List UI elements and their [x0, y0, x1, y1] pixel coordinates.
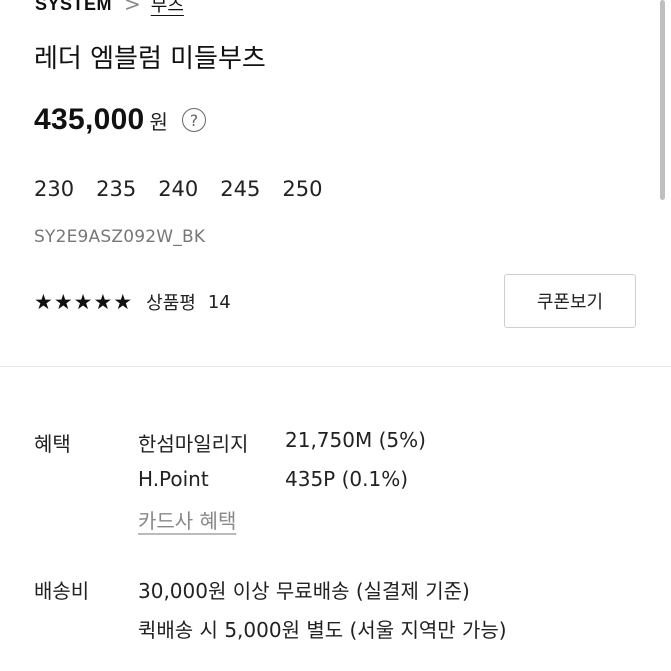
star-icon: ★	[93, 289, 113, 314]
product-code: SY2E9ASZ092W_BK	[34, 227, 206, 247]
benefits-label: 혜택	[34, 432, 71, 456]
rating-row[interactable]: ★ ★ ★ ★ ★ 상품평 14	[34, 289, 231, 315]
star-icon: ★	[53, 289, 73, 314]
product-title: 레더 엠블럼 미들부츠	[34, 44, 266, 74]
chevron-right-icon: >	[124, 0, 141, 16]
review-label[interactable]: 상품평	[146, 289, 196, 315]
breadcrumb: SYSTEM > 부츠	[35, 0, 184, 17]
size-option[interactable]: 235	[96, 177, 136, 201]
scrollbar[interactable]	[660, 0, 665, 200]
benefit-name: 한섬마일리지	[138, 432, 249, 456]
benefit-value: 435P (0.1%)	[285, 467, 409, 491]
breadcrumb-brand[interactable]: SYSTEM	[35, 0, 112, 15]
shipping-info: 30,000원 이상 무료배송 (실결제 기준)	[138, 579, 470, 603]
product-price: 435,000	[34, 103, 145, 136]
shipping-label: 배송비	[34, 579, 90, 603]
question-circle-icon[interactable]: ?	[181, 108, 206, 132]
price-row: 435,000 원 ?	[34, 103, 206, 137]
coupon-button[interactable]: 쿠폰보기	[504, 274, 636, 328]
star-rating: ★ ★ ★ ★ ★	[34, 289, 133, 314]
size-option[interactable]: 240	[158, 177, 198, 201]
currency-unit: 원	[149, 109, 168, 134]
benefit-value: 21,750M (5%)	[285, 428, 426, 452]
card-benefit-link[interactable]: 카드사 혜택	[138, 505, 236, 534]
section-divider	[0, 366, 671, 367]
review-count[interactable]: 14	[208, 292, 231, 313]
size-option[interactable]: 250	[282, 177, 322, 201]
size-option[interactable]: 245	[220, 177, 260, 201]
shipping-info: 퀵배송 시 5,000원 별도 (서울 지역만 가능)	[138, 618, 507, 642]
size-options: 230 235 240 245 250	[34, 177, 322, 201]
breadcrumb-category[interactable]: 부츠	[151, 0, 184, 17]
star-icon: ★	[34, 289, 53, 314]
size-option[interactable]: 230	[34, 177, 74, 201]
star-icon: ★	[113, 289, 133, 314]
benefit-name: H.Point	[138, 467, 209, 491]
star-icon: ★	[73, 289, 93, 314]
